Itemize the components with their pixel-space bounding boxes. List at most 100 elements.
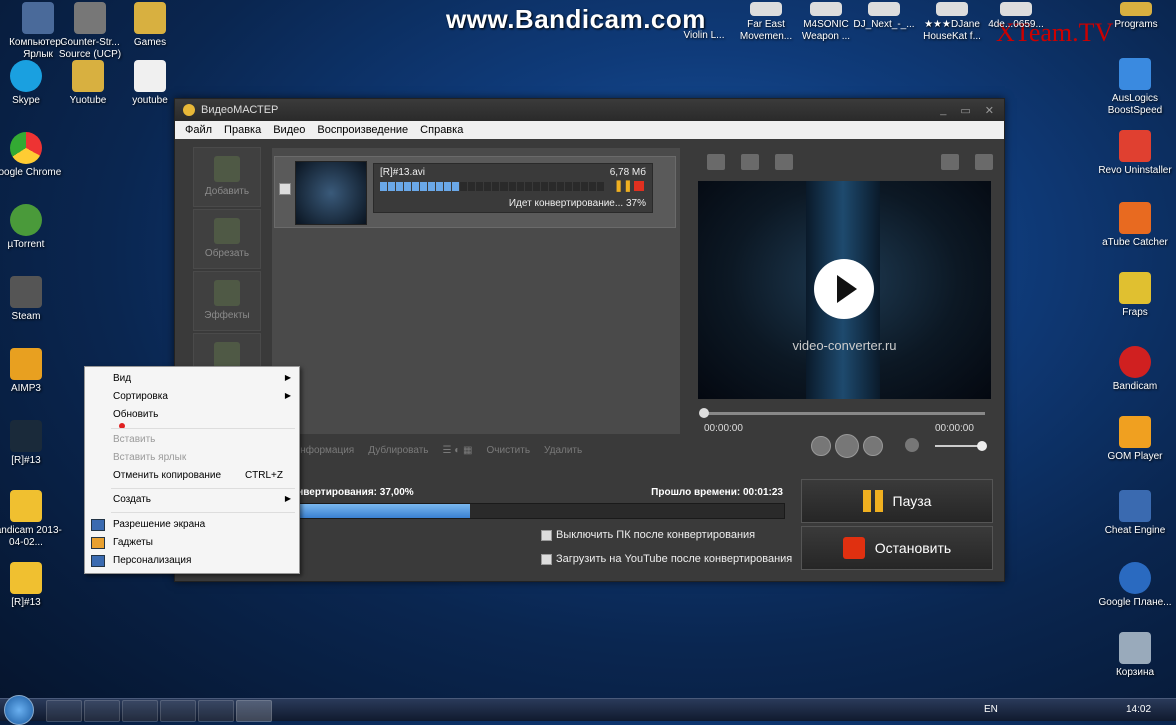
progress-segment: [596, 182, 604, 191]
shutdown-checkbox[interactable]: [541, 529, 552, 541]
menu-item-paste-shortcut[interactable]: Вставить ярлык: [113, 452, 186, 463]
file-checkbox[interactable]: [279, 183, 291, 195]
menu-edit[interactable]: Правка: [218, 124, 267, 136]
minimize-icon[interactable]: _: [940, 104, 946, 117]
skype-icon: [10, 60, 42, 92]
effects-icon: [214, 280, 240, 306]
menu-item-resolution[interactable]: Разрешение экрана: [113, 519, 205, 530]
conversion-progress-fill: [286, 504, 471, 518]
taskbar-media-icon[interactable]: [122, 700, 158, 722]
desktop-context-menu: Вид ▶ Сортировка ▶ Обновить Вставить Встав…: [84, 366, 300, 574]
desktop-icon-gom[interactable]: GOM Player: [1097, 416, 1173, 463]
menu-item-refresh[interactable]: Обновить: [113, 409, 158, 420]
rotate-icon[interactable]: [741, 154, 759, 170]
desktop-icon-chrome[interactable]: Google Chrome: [0, 132, 64, 179]
preview-watermark: video-converter.ru: [792, 338, 897, 353]
scissors-icon: [214, 218, 240, 244]
maximize-icon[interactable]: ▭: [960, 104, 970, 117]
menu-item-sort[interactable]: Сортировка: [113, 391, 168, 402]
taskbar-videomaster-icon[interactable]: [236, 700, 272, 722]
list-item[interactable]: [R]#13.avi 6,78 Мб ❚❚ Идет конвертирован…: [274, 156, 676, 228]
desktop-icon-fraps[interactable]: Fraps: [1097, 272, 1173, 319]
taskbar-ie-icon[interactable]: [84, 700, 120, 722]
desktop-icon-steam[interactable]: Steam: [0, 276, 64, 323]
desktop-icon-r13-video[interactable]: [R]#13: [0, 420, 64, 467]
menu-video[interactable]: Видео: [267, 124, 311, 136]
desktop-icon-recycle-bin[interactable]: Корзина: [1097, 632, 1173, 679]
chrome-icon: [10, 132, 42, 164]
taskbar-skype-icon[interactable]: [198, 700, 234, 722]
crop-icon[interactable]: [707, 154, 725, 170]
file-status: Идет конвертирование... 37%: [508, 198, 646, 209]
clear-button[interactable]: Очистить: [487, 445, 531, 456]
file-stop-icon[interactable]: [634, 181, 644, 191]
menu-item-personalize[interactable]: Персонализация: [113, 555, 191, 566]
timeline-knob[interactable]: [699, 408, 709, 418]
utorrent-icon: [10, 204, 42, 236]
delete-button[interactable]: Удалить: [544, 445, 582, 456]
brightness-icon[interactable]: [775, 154, 793, 170]
effects-button[interactable]: Эффекты: [193, 271, 261, 331]
menu-item-undo-copy[interactable]: Отменить копирование: [113, 470, 221, 481]
title-bar[interactable]: ВидеоМАСТЕР _ ▭ ✕: [175, 99, 1004, 121]
rewind-icon[interactable]: [811, 436, 831, 456]
volume-icon[interactable]: [905, 438, 919, 452]
clock[interactable]: 14:02: [1126, 704, 1151, 715]
trim-button[interactable]: Обрезать: [193, 209, 261, 269]
desktop-icon-r13-avi[interactable]: [R]#13: [0, 562, 64, 609]
volume-knob[interactable]: [977, 441, 987, 451]
menu-item-paste[interactable]: Вставить: [113, 434, 155, 445]
desktop-icon-programs[interactable]: Programs: [1098, 2, 1174, 31]
progress-segment: [436, 182, 444, 191]
video-preview[interactable]: video-converter.ru: [698, 181, 991, 399]
mp3-file-icon: [868, 2, 900, 16]
menu-bar: Файл Правка Видео Воспроизведение Справк…: [175, 121, 1004, 139]
view-toggle-icon[interactable]: ☰ ◐ ▦: [443, 445, 473, 456]
stop-button[interactable]: Остановить: [801, 526, 993, 570]
desktop-icon-bandicam[interactable]: Bandicam: [1097, 346, 1173, 393]
file-pause-icon[interactable]: ❚❚: [614, 180, 632, 192]
menu-help[interactable]: Справка: [414, 124, 469, 136]
add-button[interactable]: Добавить: [193, 147, 261, 207]
info-button[interactable]: Информация: [293, 445, 354, 456]
menu-item-view[interactable]: Вид: [113, 373, 131, 384]
menu-item-create[interactable]: Создать: [113, 494, 151, 505]
desktop-icon-auslogics[interactable]: AusLogics BoostSpeed: [1097, 58, 1173, 117]
volume-slider[interactable]: [935, 441, 987, 451]
desktop-icon-dj-next[interactable]: DJ_Next_-_...: [846, 2, 922, 31]
taskbar-explorer-icon[interactable]: [46, 700, 82, 722]
shutdown-option[interactable]: Выключить ПК после конвертирования: [541, 529, 755, 541]
forward-icon[interactable]: [863, 436, 883, 456]
elapsed-time: Прошло времени: 00:01:23: [651, 487, 783, 498]
youtube-checkbox[interactable]: [541, 553, 552, 565]
youtube-option[interactable]: Загрузить на YouTube после конвертирован…: [541, 553, 792, 565]
bandicam-watermark: www.Bandicam.com: [446, 4, 706, 34]
desktop-icon-revo[interactable]: Revo Uninstaller: [1097, 130, 1173, 177]
pause-button[interactable]: Пауза: [801, 479, 993, 523]
camera-icon[interactable]: [941, 154, 959, 170]
cheat-engine-icon: [1119, 490, 1151, 522]
desktop-icon-mp3-4de[interactable]: 4de...0659...: [978, 2, 1054, 31]
close-icon[interactable]: ✕: [985, 104, 994, 117]
duplicate-button[interactable]: Дублировать: [368, 445, 428, 456]
progress-segment: [500, 182, 508, 191]
play-small-icon[interactable]: [835, 434, 859, 458]
desktop-icon-games[interactable]: Games: [112, 2, 188, 49]
desktop-icon-utorrent[interactable]: µTorrent: [0, 204, 64, 251]
play-icon[interactable]: [814, 259, 874, 319]
desktop-icon-google-earth[interactable]: Google Плане...: [1097, 562, 1173, 609]
desktop-icon-violin[interactable]: Violin L...: [672, 30, 736, 42]
menu-item-gadgets[interactable]: Гаджеты: [113, 537, 153, 548]
desktop-icon-cheat-engine[interactable]: Cheat Engine: [1097, 490, 1173, 537]
menu-file[interactable]: Файл: [179, 124, 218, 136]
start-button-icon[interactable]: [4, 695, 34, 725]
menu-separator: [111, 488, 295, 489]
timeline-slider[interactable]: [699, 408, 985, 418]
taskbar-chrome-icon[interactable]: [160, 700, 196, 722]
language-indicator[interactable]: EN: [984, 704, 998, 715]
desktop-icon-bandicam-file[interactable]: bandicam 2013-04-02...: [0, 490, 64, 549]
fullscreen-icon[interactable]: [975, 154, 993, 170]
desktop-icon-aimp3[interactable]: AIMP3: [0, 348, 64, 395]
desktop-icon-atube[interactable]: aTube Catcher: [1097, 202, 1173, 249]
menu-playback[interactable]: Воспроизведение: [311, 124, 414, 136]
